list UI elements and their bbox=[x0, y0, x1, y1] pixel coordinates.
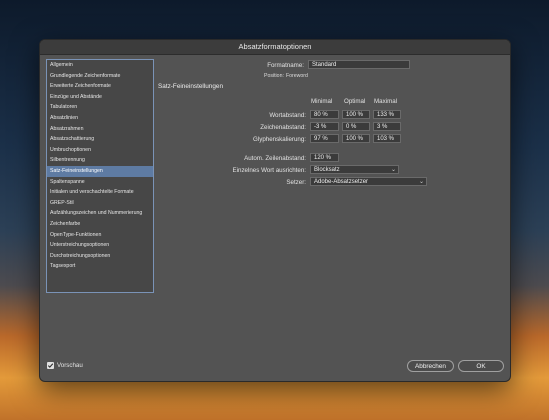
sidebar-item-keep-options[interactable]: Umbruchoptionen bbox=[47, 145, 153, 156]
sidebar-item-underline-options[interactable]: Unterstreichungsoptionen bbox=[47, 240, 153, 251]
wortabstand-max-input[interactable]: 133 % bbox=[373, 110, 401, 119]
composer-value: Adobe-Absatzsetzer bbox=[314, 179, 369, 185]
sidebar-item-drop-caps[interactable]: Initialen und verschachtelte Formate bbox=[47, 187, 153, 198]
sidebar-item-paragraph-shading[interactable]: Absatzschattierung bbox=[47, 134, 153, 145]
position-label: Position: bbox=[264, 73, 284, 79]
col-max-header: Maximal bbox=[374, 98, 398, 105]
composer-label: Setzer: bbox=[286, 179, 306, 186]
glyphenskalierung-min-input[interactable]: 97 % bbox=[310, 134, 339, 143]
sidebar-item-bullets-numbering[interactable]: Aufzählungszeichen und Nummerierung bbox=[47, 208, 153, 219]
glyphenskalierung-label: Glyphenskalierung: bbox=[253, 136, 306, 143]
glyphenskalierung-max-input[interactable]: 103 % bbox=[373, 134, 401, 143]
wortabstand-opt-input[interactable]: 100 % bbox=[342, 110, 370, 119]
sidebar-item-opentype[interactable]: OpenType-Funktionen bbox=[47, 230, 153, 241]
zeichenabstand-opt-input[interactable]: 0 % bbox=[342, 122, 370, 131]
position-value: Foreword bbox=[286, 73, 308, 79]
formatname-label: Formatname: bbox=[267, 62, 304, 69]
sidebar-item-advanced-character-formats[interactable]: Erweiterte Zeichenformate bbox=[47, 81, 153, 92]
sidebar-item-indents-spacing[interactable]: Einzüge und Abstände bbox=[47, 92, 153, 103]
chevron-down-icon: ⌄ bbox=[418, 179, 424, 185]
single-word-value: Blocksatz bbox=[314, 167, 340, 173]
category-list[interactable]: Allgemein Grundlegende Zeichenformate Er… bbox=[46, 59, 154, 293]
checkmark-icon bbox=[47, 363, 54, 368]
sidebar-item-grep-style[interactable]: GREP-Stil bbox=[47, 198, 153, 209]
zeichenabstand-min-input[interactable]: -3 % bbox=[310, 122, 339, 131]
chevron-down-icon: ⌄ bbox=[390, 167, 396, 173]
wortabstand-min-input[interactable]: 80 % bbox=[310, 110, 339, 119]
wortabstand-label: Wortabstand: bbox=[269, 112, 306, 119]
sidebar-item-span-columns[interactable]: Spaltenspanne bbox=[47, 177, 153, 188]
composer-select[interactable]: Adobe-Absatzsetzer ⌄ bbox=[310, 177, 427, 186]
col-opt-header: Optimal bbox=[344, 98, 366, 105]
dialog-title: Absatzformatoptionen bbox=[40, 40, 510, 55]
paragraph-style-options-dialog: Absatzformatoptionen Allgemein Grundlege… bbox=[39, 39, 511, 382]
sidebar-item-character-color[interactable]: Zeichenfarbe bbox=[47, 219, 153, 230]
glyphenskalierung-opt-input[interactable]: 100 % bbox=[342, 134, 370, 143]
ok-button[interactable]: OK bbox=[458, 360, 504, 372]
sidebar-item-paragraph-rules[interactable]: Absatzlinien bbox=[47, 113, 153, 124]
zeichenabstand-label: Zeichenabstand: bbox=[260, 124, 306, 131]
single-word-select[interactable]: Blocksatz ⌄ bbox=[310, 165, 399, 174]
sidebar-item-paragraph-border[interactable]: Absatzrahmen bbox=[47, 124, 153, 135]
sidebar-item-basic-character-formats[interactable]: Grundlegende Zeichenformate bbox=[47, 71, 153, 82]
sidebar-item-allgemein[interactable]: Allgemein bbox=[47, 60, 153, 71]
sidebar-item-strikethrough-options[interactable]: Durchstreichungsoptionen bbox=[47, 251, 153, 262]
cancel-button[interactable]: Abbrechen bbox=[407, 360, 454, 372]
sidebar-item-justification[interactable]: Satz-Feineinstellungen bbox=[47, 165, 153, 177]
col-min-header: Minimal bbox=[311, 98, 333, 105]
preview-checkbox[interactable] bbox=[47, 362, 54, 369]
sidebar-item-export-tagging[interactable]: Tagsexport bbox=[47, 261, 153, 272]
single-word-label: Einzelnes Wort ausrichten: bbox=[232, 167, 306, 174]
formatname-input[interactable]: Standard bbox=[308, 60, 410, 69]
sidebar-item-hyphenation[interactable]: Silbentrennung bbox=[47, 155, 153, 166]
auto-leading-label: Autom. Zeilenabstand: bbox=[244, 155, 306, 162]
auto-leading-input[interactable]: 120 % bbox=[310, 153, 339, 162]
zeichenabstand-max-input[interactable]: 3 % bbox=[373, 122, 401, 131]
sidebar-item-tabs[interactable]: Tabulatoren bbox=[47, 102, 153, 113]
section-title: Satz-Feineinstellungen bbox=[158, 83, 224, 90]
preview-label: Vorschau bbox=[57, 362, 83, 369]
